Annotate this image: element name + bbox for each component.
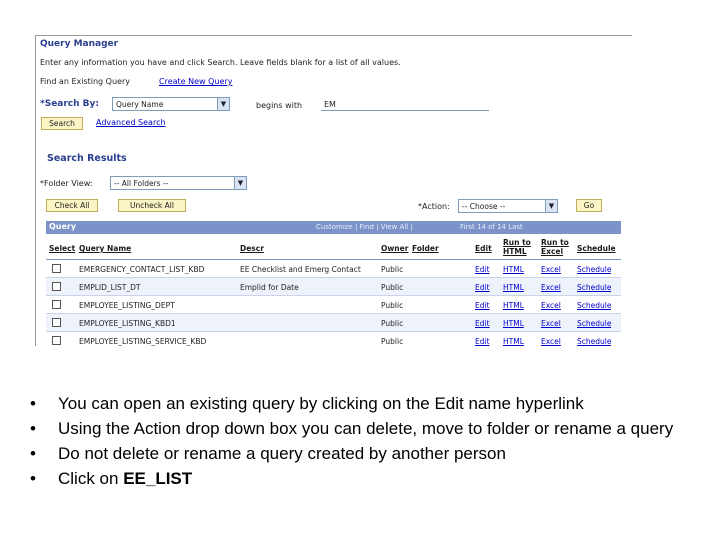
create-new-query-link[interactable]: Create New Query	[159, 77, 232, 86]
folder-view-value: -- All Folders --	[114, 179, 169, 188]
run-excel-link[interactable]: Excel	[541, 265, 561, 274]
owner-cell: Public	[381, 265, 404, 274]
descr-cell: Emplid for Date	[240, 283, 299, 292]
go-button[interactable]: Go	[576, 199, 602, 212]
run-html-link[interactable]: HTML	[503, 337, 524, 346]
owner-cell: Public	[381, 283, 404, 292]
select-checkbox[interactable]	[52, 300, 61, 309]
search-by-label: *Search By:	[40, 99, 100, 109]
schedule-link[interactable]: Schedule	[577, 265, 611, 274]
descr-cell: EE Checklist and Emerg Contact	[240, 265, 361, 274]
grid-rows: EMERGENCY_CONTACT_LIST_KBD EE Checklist a…	[46, 260, 621, 346]
check-all-button[interactable]: Check All	[46, 199, 98, 212]
table-row: EMERGENCY_CONTACT_LIST_KBD EE Checklist a…	[46, 260, 621, 278]
edit-link[interactable]: Edit	[475, 265, 490, 274]
edit-link[interactable]: Edit	[475, 301, 490, 310]
begins-with-label: begins with	[256, 101, 303, 110]
owner-cell: Public	[381, 319, 404, 328]
owner-cell: Public	[381, 337, 404, 346]
search-input[interactable]: EM	[321, 98, 489, 111]
edit-link[interactable]: Edit	[475, 337, 490, 346]
table-row: EMPLID_LIST_DT Emplid for Date Public Edit H…	[46, 278, 621, 296]
chevron-down-icon: ▼	[234, 177, 246, 189]
action-value: -- Choose --	[462, 202, 506, 211]
edit-link[interactable]: Edit	[475, 319, 490, 328]
table-row: EMPLOYEE_LISTING_KBD1 Public Edit HTML Excel…	[46, 314, 621, 332]
col-schedule[interactable]: Schedule	[577, 244, 616, 253]
run-html-link[interactable]: HTML	[503, 319, 524, 328]
search-by-value: Query Name	[116, 100, 164, 109]
run-html-link[interactable]: HTML	[503, 283, 524, 292]
query-name-cell: EMERGENCY_CONTACT_LIST_KBD	[79, 265, 205, 274]
col-edit[interactable]: Edit	[475, 244, 492, 253]
page-title: Query Manager	[40, 39, 119, 49]
bullet-text: Click on	[58, 469, 124, 488]
bullet-item: Using the Action drop down box you can d…	[30, 419, 716, 439]
search-results-title: Search Results	[47, 153, 127, 164]
select-checkbox[interactable]	[52, 264, 61, 273]
bullet-item: Do not delete or rename a query created …	[30, 444, 716, 464]
col-owner[interactable]: Owner	[381, 244, 408, 253]
run-excel-link[interactable]: Excel	[541, 337, 561, 346]
grid-title: Query	[49, 222, 77, 231]
schedule-link[interactable]: Schedule	[577, 283, 611, 292]
bullet-list: You can open an existing query by clicki…	[30, 394, 716, 494]
edit-link[interactable]: Edit	[475, 283, 490, 292]
col-select[interactable]: Select	[49, 244, 75, 253]
bullet-item: You can open an existing query by clicki…	[30, 394, 716, 414]
schedule-link[interactable]: Schedule	[577, 337, 611, 346]
run-html-link[interactable]: HTML	[503, 301, 524, 310]
select-checkbox[interactable]	[52, 318, 61, 327]
col-run-html[interactable]: Run to HTML	[503, 238, 533, 256]
search-button[interactable]: Search	[41, 117, 83, 130]
col-run-excel[interactable]: Run to Excel	[541, 238, 571, 256]
table-row: EMPLOYEE_LISTING_SERVICE_KBD Public Edit HT…	[46, 332, 621, 346]
query-manager-screenshot: Query Manager Enter any information you …	[35, 35, 632, 346]
col-folder[interactable]: Folder	[412, 244, 439, 253]
schedule-link[interactable]: Schedule	[577, 319, 611, 328]
uncheck-all-button[interactable]: Uncheck All	[118, 199, 186, 212]
run-excel-link[interactable]: Excel	[541, 301, 561, 310]
folder-view-select[interactable]: -- All Folders -- ▼	[110, 176, 247, 190]
bullet-item: Click on EE_LIST	[30, 469, 716, 489]
select-checkbox[interactable]	[52, 336, 61, 345]
grid-controls[interactable]: Customize | Find | View All |	[316, 223, 413, 231]
folder-view-label: *Folder View:	[40, 179, 93, 188]
table-row: EMPLOYEE_LISTING_DEPT Public Edit HTML Excel…	[46, 296, 621, 314]
chevron-down-icon: ▼	[217, 98, 229, 110]
query-name-cell: EMPLOYEE_LISTING_SERVICE_KBD	[79, 337, 207, 346]
query-name-cell: EMPLID_LIST_DT	[79, 283, 141, 292]
schedule-link[interactable]: Schedule	[577, 301, 611, 310]
advanced-search-link[interactable]: Advanced Search	[96, 118, 166, 127]
col-query-name[interactable]: Query Name	[79, 244, 131, 253]
owner-cell: Public	[381, 301, 404, 310]
action-label: *Action:	[418, 202, 450, 211]
results-grid: Query Customize | Find | View All | Firs…	[46, 221, 621, 346]
action-select[interactable]: -- Choose -- ▼	[458, 199, 558, 213]
run-excel-link[interactable]: Excel	[541, 319, 561, 328]
select-checkbox[interactable]	[52, 282, 61, 291]
grid-header: Query Customize | Find | View All | Firs…	[46, 221, 621, 234]
column-headers: Select Query Name Descr Owner Folder Edi…	[46, 234, 621, 260]
run-html-link[interactable]: HTML	[503, 265, 524, 274]
grid-navigation[interactable]: First 14 of 14 Last	[460, 223, 523, 231]
instructions-text: Enter any information you have and click…	[40, 58, 401, 67]
col-descr[interactable]: Descr	[240, 244, 264, 253]
search-by-select[interactable]: Query Name ▼	[112, 97, 230, 111]
find-existing-label: Find an Existing Query	[40, 77, 130, 86]
bullet-emphasis: EE_LIST	[123, 469, 193, 488]
chevron-down-icon: ▼	[545, 200, 557, 212]
query-name-cell: EMPLOYEE_LISTING_KBD1	[79, 319, 176, 328]
run-excel-link[interactable]: Excel	[541, 283, 561, 292]
query-name-cell: EMPLOYEE_LISTING_DEPT	[79, 301, 175, 310]
